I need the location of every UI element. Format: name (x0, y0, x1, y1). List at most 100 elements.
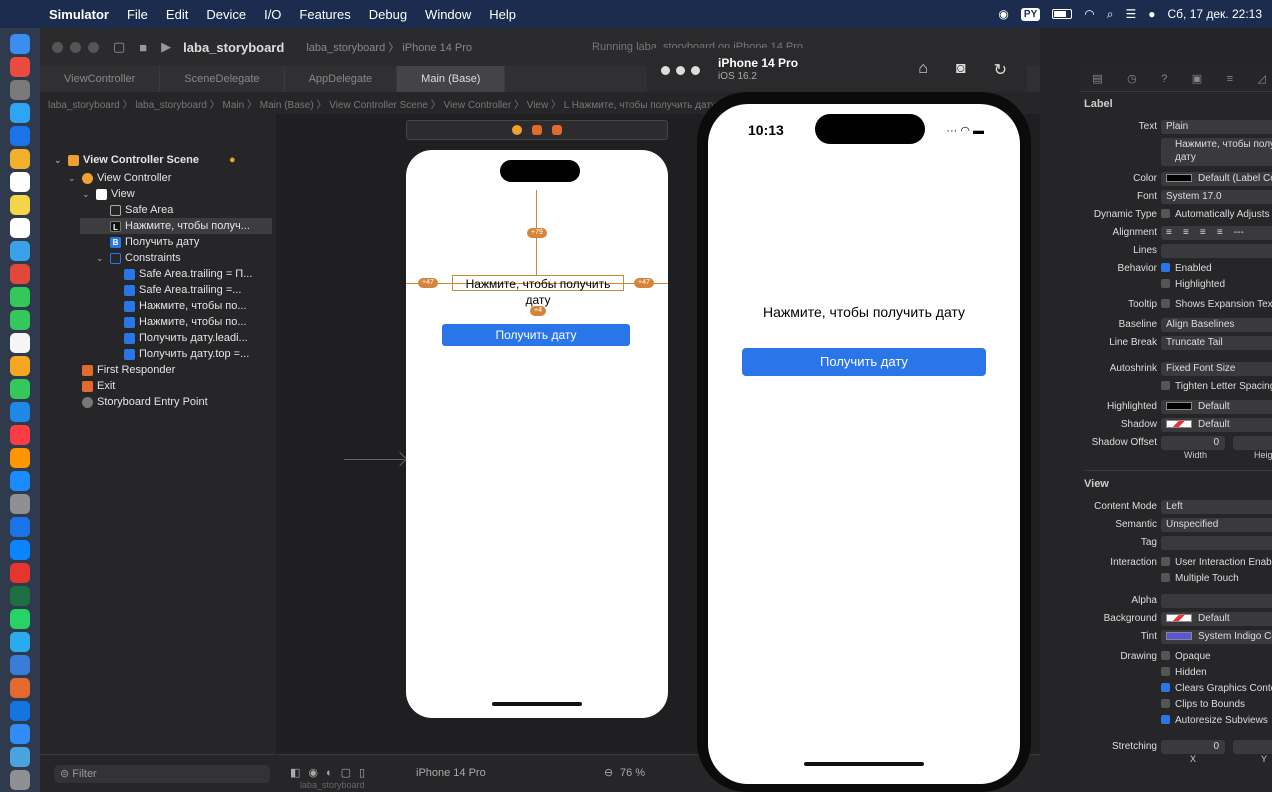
color-select[interactable]: Default (Label Color) (1161, 172, 1272, 186)
settings-icon[interactable] (10, 494, 30, 514)
spotlight-icon[interactable]: ⌕ (1107, 7, 1114, 22)
home-indicator[interactable] (804, 762, 924, 766)
calendar-icon[interactable] (10, 172, 30, 192)
semantic-select[interactable]: Unspecified (1161, 518, 1272, 532)
outline-safe-area[interactable]: Safe Area (110, 202, 173, 218)
chevron-down-icon[interactable]: ⌄ (82, 189, 92, 200)
numbers-icon[interactable] (10, 379, 30, 399)
hidden-checkbox[interactable] (1161, 667, 1170, 676)
control-center-icon[interactable]: ☰ (1125, 7, 1136, 21)
app-icon[interactable] (10, 655, 30, 675)
music-icon[interactable] (10, 425, 30, 445)
menu-help[interactable]: Help (480, 7, 525, 22)
notes-icon[interactable] (10, 195, 30, 215)
device-configuration[interactable]: iPhone 14 Pro (416, 767, 486, 779)
zoom-level[interactable]: 76 % (620, 767, 645, 779)
background-color-select[interactable]: Default (1161, 612, 1272, 626)
storyboard-button[interactable]: Получить дату (442, 324, 630, 346)
menu-device[interactable]: Device (197, 7, 255, 22)
window-controls[interactable] (52, 41, 99, 53)
highlighted-checkbox[interactable] (1161, 279, 1170, 288)
tab-main-base[interactable]: Main (Base) (397, 66, 506, 92)
outline-constraint[interactable]: Получить дату.top =... (124, 346, 249, 362)
tab-appdelegate[interactable]: AppDelegate (285, 66, 398, 92)
font-field[interactable]: System 17.0 (1161, 190, 1272, 204)
clears-context-checkbox[interactable] (1161, 683, 1170, 692)
opaque-checkbox[interactable] (1161, 651, 1170, 660)
multiple-touch-checkbox[interactable] (1161, 573, 1170, 582)
app-icon[interactable] (10, 678, 30, 698)
tab-viewcontroller[interactable]: ViewController (40, 66, 161, 92)
outline-scene[interactable]: ⌄ View Controller Scene ● (54, 152, 236, 168)
outline-constraint[interactable]: Нажмите, чтобы по... (124, 314, 247, 330)
app-icon[interactable] (10, 126, 30, 146)
menu-features[interactable]: Features (290, 7, 359, 22)
outline-first-responder[interactable]: First Responder (82, 362, 175, 378)
alignment-segmented-control[interactable]: ≡ ≡ ≡ ≡ --- (1161, 226, 1272, 240)
content-mode-select[interactable]: Left (1161, 500, 1272, 514)
get-date-button[interactable]: Получить дату (742, 348, 986, 376)
app-icon[interactable] (10, 80, 30, 100)
outline-button[interactable]: B Получить дату (110, 234, 199, 250)
app-icon[interactable] (10, 149, 30, 169)
telegram-icon[interactable] (10, 632, 30, 652)
outline-view-controller[interactable]: ⌄ View Controller (68, 170, 171, 186)
shadow-color-select[interactable]: Default (1161, 418, 1272, 432)
outline-exit[interactable]: Exit (82, 378, 115, 394)
dynamic-type-checkbox[interactable] (1161, 209, 1170, 218)
chevron-down-icon[interactable]: ⌄ (54, 155, 64, 166)
whatsapp-icon[interactable] (10, 609, 30, 629)
user-interaction-checkbox[interactable] (1161, 557, 1170, 566)
simulator-icon[interactable] (10, 724, 30, 744)
menu-app[interactable]: Simulator (40, 7, 118, 22)
wifi-icon[interactable]: ◠ (1084, 7, 1094, 21)
shadow-width-stepper[interactable]: 0 (1161, 436, 1225, 450)
first-responder-icon[interactable] (532, 125, 542, 135)
tighten-checkbox[interactable] (1161, 381, 1170, 390)
app-icon[interactable] (10, 241, 30, 261)
folder-icon[interactable] (10, 747, 30, 767)
input-source-indicator[interactable]: PY (1020, 7, 1041, 21)
simulator-screen[interactable]: 10:13 ··· ◠ ▬ Нажмите, чтобы получить да… (708, 104, 1020, 784)
stretching-y-stepper[interactable]: 0 (1233, 740, 1272, 754)
exit-icon[interactable] (552, 125, 562, 135)
app-icon[interactable] (10, 333, 30, 353)
siri-icon[interactable]: ● (1148, 7, 1155, 21)
history-icon[interactable]: ◷ (1127, 72, 1137, 85)
constraint-badge-right[interactable]: +47 (634, 278, 654, 288)
stretching-x-stepper[interactable]: 0 (1161, 740, 1225, 754)
keynote-icon[interactable] (10, 402, 30, 422)
tint-color-select[interactable]: System Indigo Color (1161, 630, 1272, 644)
storyboard-device-frame[interactable]: +79 +47 +47 +4 Нажмите, чтобы получить д… (406, 150, 668, 718)
outline-view[interactable]: ⌄ View (82, 186, 135, 202)
scene-dock[interactable] (406, 120, 668, 140)
constraint-badge-top[interactable]: +79 (527, 228, 547, 238)
run-icon[interactable]: ▶ (161, 39, 171, 55)
highlighted-color-select[interactable]: Default (1161, 400, 1272, 414)
menu-edit[interactable]: Edit (157, 7, 197, 22)
alpha-stepper[interactable]: 1 (1161, 594, 1272, 608)
outline-constraints[interactable]: ⌄ Constraints (96, 250, 181, 266)
stop-icon[interactable]: ■ (139, 40, 147, 55)
autoshrink-select[interactable]: Fixed Font Size (1161, 362, 1272, 376)
screenshot-icon[interactable]: ◙ (956, 60, 966, 80)
zoom-out-icon[interactable]: ⊖ (604, 766, 613, 779)
airplay-icon[interactable]: ◉ (998, 7, 1008, 21)
outline-constraint[interactable]: Получить дату.leadi... (124, 330, 248, 346)
line-break-select[interactable]: Truncate Tail (1161, 336, 1272, 350)
home-icon[interactable]: ⌂ (918, 60, 928, 80)
rotate-icon[interactable]: ↻ (994, 60, 1007, 80)
outline-constraint[interactable]: Safe Area.trailing = П... (124, 266, 252, 282)
enabled-checkbox[interactable] (1161, 263, 1170, 272)
attributes-inspector-icon[interactable]: ≡ (1227, 73, 1233, 85)
battery-icon[interactable] (1052, 9, 1073, 19)
tag-stepper[interactable]: 0 (1161, 536, 1272, 550)
app-icon[interactable] (10, 563, 30, 583)
text-value-field[interactable]: Нажмите, чтобы получить дату (1161, 138, 1272, 166)
menu-io[interactable]: I/O (255, 7, 290, 22)
simulator-window-controls[interactable] (661, 65, 700, 75)
app-icon[interactable] (10, 356, 30, 376)
excel-icon[interactable] (10, 586, 30, 606)
outline-label[interactable]: L Нажмите, чтобы получ... (80, 218, 272, 234)
reminders-icon[interactable] (10, 218, 30, 238)
